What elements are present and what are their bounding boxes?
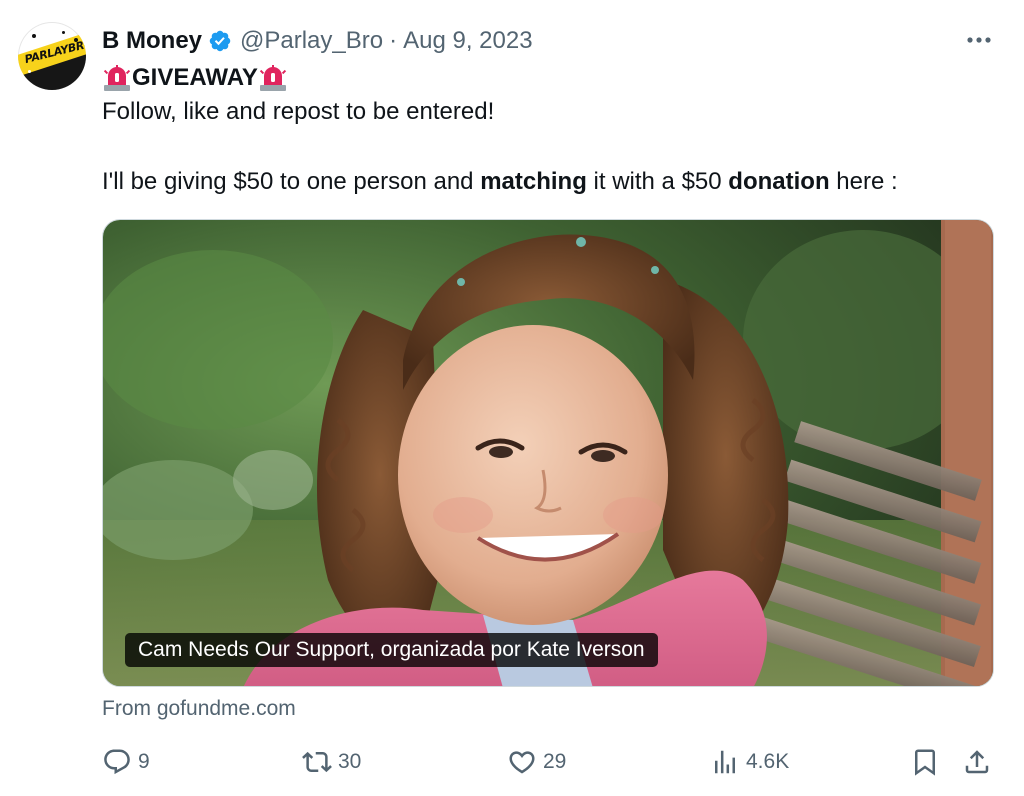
views-count: 4.6K [746, 750, 790, 773]
author-handle[interactable]: @Parlay_Bro [240, 27, 383, 55]
giveaway-heading: GIVEAWAY [102, 63, 288, 93]
like-count: 29 [543, 750, 567, 773]
text-segment: it with a $50 [586, 168, 729, 195]
card-source[interactable]: From gofundme.com [102, 697, 296, 721]
share-icon [965, 750, 989, 774]
link-card-image[interactable]: Cam Needs Our Support, organizada por Ka… [102, 219, 994, 687]
reply-icon [104, 749, 130, 775]
repost-icon [302, 751, 332, 773]
reply-button[interactable]: 9 [102, 744, 150, 780]
separator-dot: · [389, 27, 398, 54]
views-icon [715, 750, 735, 774]
tweet-text-giving: I'll be giving $50 to one person and mat… [102, 167, 898, 197]
reply-count: 9 [138, 750, 150, 773]
repost-button[interactable]: 30 [302, 744, 361, 780]
avatar[interactable]: PARLAYBRO [18, 22, 86, 90]
tweet-date[interactable]: Aug 9, 2023 [403, 27, 532, 55]
text-segment: here : [829, 168, 898, 195]
action-bar: 9 30 29 4.6K [102, 744, 994, 780]
avatar-splat [28, 70, 31, 73]
siren-icon [103, 65, 131, 91]
avatar-splat [74, 38, 78, 42]
verified-badge-icon [209, 30, 231, 52]
repost-count: 30 [338, 750, 362, 773]
siren-icon [259, 65, 286, 91]
like-icon [509, 751, 535, 774]
more-icon[interactable] [962, 28, 996, 52]
share-button[interactable] [962, 744, 992, 780]
text-bold-matching: matching [480, 168, 587, 195]
avatar-splat [62, 31, 65, 34]
tweet-text-follow: Follow, like and repost to be entered! [102, 98, 495, 125]
tweet-header: B Money @Parlay_Bro · Aug 9, 2023 [102, 24, 533, 58]
avatar-splat [32, 34, 36, 38]
like-button[interactable]: 29 [507, 744, 566, 780]
author-name[interactable]: B Money [102, 27, 202, 55]
text-segment: I'll be giving $50 to one person and [102, 168, 481, 195]
text-bold-donation: donation [728, 168, 830, 195]
bookmark-button[interactable] [910, 744, 940, 780]
bookmark-icon [915, 749, 935, 776]
card-caption: Cam Needs Our Support, organizada por Ka… [125, 633, 658, 667]
giveaway-text: GIVEAWAY [132, 64, 258, 91]
views-button[interactable]: 4.6K [710, 744, 789, 780]
card-photo [103, 220, 993, 686]
